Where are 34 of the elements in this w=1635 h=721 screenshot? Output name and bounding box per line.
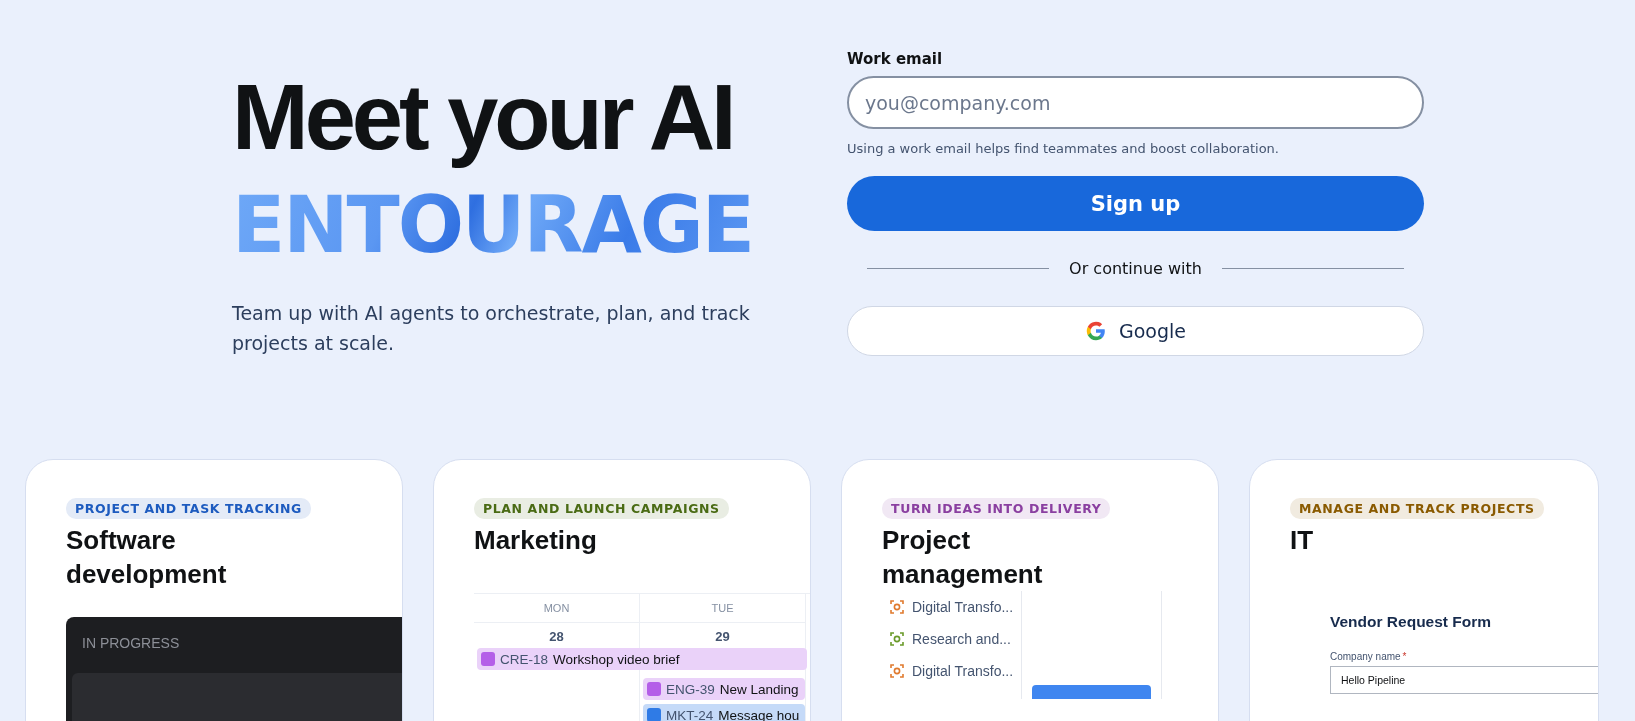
category-tag: PLAN AND LAUNCH CAMPAIGNS xyxy=(474,498,729,519)
google-button[interactable]: Google xyxy=(847,306,1424,356)
feature-card[interactable]: MANAGE AND TRACK PROJECTS IT Vendor Request Form Company name * Hello Pipeline xyxy=(1249,459,1599,721)
google-logo-icon xyxy=(1085,320,1107,342)
project-item[interactable]: Digital Transfo... xyxy=(890,599,1021,615)
required-mark: * xyxy=(1402,651,1407,662)
signup-button[interactable]: Sign up xyxy=(847,176,1424,231)
field-hint: Using a work email helps find teammates and boost collaboration. xyxy=(847,141,1279,156)
subtitle: Team up with AI agents to orchestrate, plan, and track projects at scale. xyxy=(232,301,751,357)
input-field[interactable]: Hello Pipeline xyxy=(1330,666,1598,694)
card-title: IT xyxy=(1290,524,1315,557)
form-title: Vendor Request Form xyxy=(1330,613,1493,631)
date-label: 28 xyxy=(549,629,564,644)
date-label: 29 xyxy=(715,629,730,644)
headline: Meet your AI xyxy=(232,65,734,170)
field-label: Company name xyxy=(1330,651,1401,662)
project-item[interactable]: Digital Transfo... xyxy=(890,663,1021,679)
field-label: Work email xyxy=(847,50,943,68)
feature-card[interactable]: TURN IDEAS INTO DELIVERY Project management Digital Transfo... Research and... Digital Transfo... xyxy=(841,459,1219,721)
email-field[interactable]: you@company.com xyxy=(847,76,1424,129)
column-title: IN PROGRESS xyxy=(82,635,181,651)
calendar-event[interactable]: CRE-18 Workshop video brief xyxy=(477,648,807,670)
weekday-label: MON xyxy=(474,594,640,623)
card-title: Software development xyxy=(66,524,228,591)
weekday-label: TUE xyxy=(640,594,806,623)
card-title: Marketing xyxy=(474,524,598,557)
card-title: Project management xyxy=(882,524,1044,591)
category-tag: TURN IDEAS INTO DELIVERY xyxy=(882,498,1111,519)
calendar-event[interactable]: ENG-39 New Landing xyxy=(643,678,805,700)
category-tag: PROJECT AND TASK TRACKING xyxy=(66,498,311,519)
feature-card[interactable]: PROJECT AND TASK TRACKING Software development IN PROGRESS xyxy=(25,459,403,721)
project-item[interactable]: Research and... xyxy=(890,631,1021,647)
category-tag: MANAGE AND TRACK PROJECTS xyxy=(1290,498,1544,519)
divider-label: Or continue with xyxy=(1069,259,1202,278)
